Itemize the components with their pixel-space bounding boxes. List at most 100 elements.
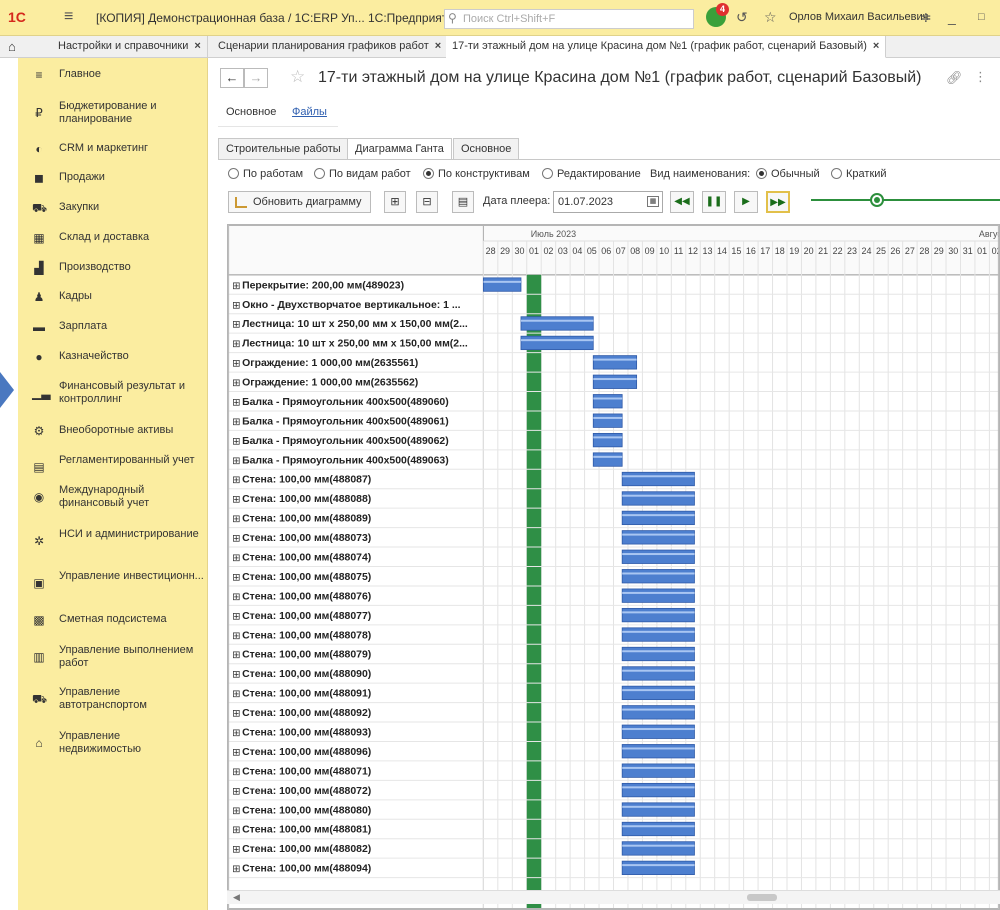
gantt-row-label[interactable]: Перекрытие: 200,00 мм(489023)	[242, 280, 404, 291]
more-menu-icon[interactable]: ⋮	[974, 69, 987, 85]
back-button[interactable]: ←	[220, 68, 244, 88]
play-icon[interactable]: ▶	[734, 191, 758, 213]
close-icon[interactable]: ×	[435, 40, 441, 52]
expand-row-icon[interactable]: ⊞	[232, 631, 240, 642]
maximize-icon[interactable]: □	[978, 11, 985, 23]
expand-row-icon[interactable]: ⊞	[232, 572, 240, 583]
tab-planning-scenarios[interactable]: Сценарии планирования графиков работ ×	[212, 36, 449, 58]
gantt-row-label[interactable]: Стена: 100,00 мм(488079)	[242, 650, 371, 661]
subnav-files-link[interactable]: Файлы	[292, 106, 327, 118]
gantt-row-label[interactable]: Стена: 100,00 мм(488080)	[242, 805, 371, 816]
gantt-row-label[interactable]: Окно - Двухстворчатое вертикальное: 1 ..…	[242, 300, 461, 311]
gantt-row-label[interactable]: Балка - Прямоугольник 400х500(489060)	[242, 397, 449, 408]
collapse-all-icon[interactable]: ⊟	[416, 191, 438, 213]
expand-row-icon[interactable]: ⊞	[232, 670, 240, 681]
radio-by-structures[interactable]: По конструктивам	[423, 168, 530, 180]
player-slider-track[interactable]	[811, 199, 1000, 201]
minimize-icon[interactable]: _	[948, 9, 956, 25]
gantt-row-label[interactable]: Балка - Прямоугольник 400х500(489063)	[242, 455, 449, 466]
expand-row-icon[interactable]: ⊞	[232, 495, 240, 506]
close-icon[interactable]: ×	[194, 40, 200, 52]
settings-menu-icon[interactable]: ≑	[920, 9, 932, 26]
expand-row-icon[interactable]: ⊞	[232, 397, 240, 408]
gantt-row-label[interactable]: Стена: 100,00 мм(488074)	[242, 553, 371, 564]
radio-by-work-types[interactable]: По видам работ	[314, 168, 411, 180]
gantt-row-label[interactable]: Балка - Прямоугольник 400х500(489061)	[242, 416, 449, 427]
expand-row-icon[interactable]: ⊞	[232, 475, 240, 486]
gantt-row-label[interactable]: Лестница: 10 шт х 250,00 мм х 150,00 мм(…	[242, 339, 468, 350]
expand-row-icon[interactable]: ⊞	[232, 378, 240, 389]
link-icon[interactable]: 🔗︎	[946, 70, 963, 86]
expand-row-icon[interactable]: ⊞	[232, 339, 240, 350]
tab-construction-works[interactable]: Строительные работы	[218, 138, 349, 160]
radio-normal[interactable]: Обычный	[756, 168, 820, 180]
gantt-row-label[interactable]: Стена: 100,00 мм(488096)	[242, 747, 371, 758]
gantt-row-label[interactable]: Стена: 100,00 мм(488092)	[242, 708, 371, 719]
expand-row-icon[interactable]: ⊞	[232, 611, 240, 622]
horizontal-scrollbar[interactable]: ◀	[227, 890, 1000, 904]
expand-row-icon[interactable]: ⊞	[232, 514, 240, 525]
expand-row-icon[interactable]: ⊞	[232, 553, 240, 564]
expand-row-icon[interactable]: ⊞	[232, 456, 240, 467]
forward-button[interactable]: →	[244, 68, 268, 88]
main-menu-icon[interactable]: ≡	[64, 8, 73, 26]
expand-row-icon[interactable]: ⊞	[232, 864, 240, 875]
scrollbar-thumb[interactable]	[747, 894, 777, 901]
history-icon[interactable]: ↺	[736, 9, 748, 26]
search-input[interactable]: ⚲ Поиск Ctrl+Shift+F	[444, 9, 694, 29]
expand-row-icon[interactable]: ⊞	[232, 592, 240, 603]
player-date-field[interactable]: 01.07.2023 ▦	[553, 191, 663, 213]
gantt-row-label[interactable]: Балка - Прямоугольник 400х500(489062)	[242, 436, 449, 447]
gantt-row-label[interactable]: Стена: 100,00 мм(488091)	[242, 689, 371, 700]
expand-all-icon[interactable]: ⊞	[384, 191, 406, 213]
gantt-row-label[interactable]: Стена: 100,00 мм(488072)	[242, 786, 371, 797]
expand-row-icon[interactable]: ⊞	[232, 436, 240, 447]
radio-by-works[interactable]: По работам	[228, 168, 303, 180]
gantt-row-label[interactable]: Стена: 100,00 мм(488073)	[242, 533, 371, 544]
fast-forward-icon[interactable]: ▶▶	[766, 191, 790, 213]
expand-row-icon[interactable]: ⊞	[232, 650, 240, 661]
notifications-icon[interactable]: 4	[706, 3, 729, 27]
home-icon[interactable]: ⌂	[8, 39, 16, 54]
favorites-star-icon[interactable]: ☆	[764, 9, 777, 26]
scroll-left-icon[interactable]: ◀	[233, 892, 240, 903]
pause-icon[interactable]: ❚❚	[702, 191, 726, 213]
gantt-row-label[interactable]: Ограждение: 1 000,00 мм(2635562)	[242, 378, 418, 389]
calendar-icon[interactable]: ▦	[647, 196, 659, 207]
tab-settings-references[interactable]: Настройки и справочники ×	[52, 36, 208, 58]
gantt-row-label[interactable]: Стена: 100,00 мм(488090)	[242, 669, 371, 680]
gantt-row-label[interactable]: Стена: 100,00 мм(488094)	[242, 864, 371, 875]
subnav-main[interactable]: Основное	[226, 106, 276, 118]
expand-row-icon[interactable]: ⊞	[232, 825, 240, 836]
refresh-diagram-button[interactable]: Обновить диаграмму	[228, 191, 371, 213]
gantt-row-label[interactable]: Ограждение: 1 000,00 мм(2635561)	[242, 358, 418, 369]
settings-list-icon[interactable]: ▤	[452, 191, 474, 213]
expand-row-icon[interactable]: ⊞	[232, 806, 240, 817]
gantt-row-label[interactable]: Стена: 100,00 мм(488078)	[242, 630, 371, 641]
favorite-star-icon[interactable]: ☆	[290, 67, 305, 87]
tab-main[interactable]: Основное	[453, 138, 520, 160]
close-icon[interactable]: ×	[873, 40, 879, 52]
expand-row-icon[interactable]: ⊞	[232, 320, 240, 331]
gantt-row-label[interactable]: Стена: 100,00 мм(488093)	[242, 728, 371, 739]
expand-row-icon[interactable]: ⊞	[232, 281, 240, 292]
gantt-row-label[interactable]: Стена: 100,00 мм(488075)	[242, 572, 371, 583]
gantt-row-label[interactable]: Стена: 100,00 мм(488077)	[242, 611, 371, 622]
gantt-row-label[interactable]: Стена: 100,00 мм(488071)	[242, 766, 371, 777]
expand-row-icon[interactable]: ⊞	[232, 300, 240, 311]
gantt-row-label[interactable]: Стена: 100,00 мм(488076)	[242, 591, 371, 602]
tab-gantt-chart[interactable]: Диаграмма Ганта	[347, 138, 452, 160]
user-name[interactable]: Орлов Михаил Васильевич	[789, 11, 928, 23]
expand-row-icon[interactable]: ⊞	[232, 786, 240, 797]
player-slider-thumb[interactable]	[870, 193, 885, 207]
tab-current-schedule[interactable]: 17-ти этажный дом на улице Красина дом №…	[446, 36, 887, 58]
expand-row-icon[interactable]: ⊞	[232, 689, 240, 700]
expand-row-icon[interactable]: ⊞	[232, 845, 240, 856]
expand-row-icon[interactable]: ⊞	[232, 747, 240, 758]
gantt-row-label[interactable]: Стена: 100,00 мм(488089)	[242, 514, 371, 525]
radio-editing[interactable]: Редактирование	[542, 168, 641, 180]
expand-row-icon[interactable]: ⊞	[232, 709, 240, 720]
gantt-row-label[interactable]: Лестница: 10 шт х 250,00 мм х 150,00 мм(…	[242, 319, 468, 330]
expand-row-icon[interactable]: ⊞	[232, 728, 240, 739]
gantt-row-label[interactable]: Стена: 100,00 мм(488087)	[242, 475, 371, 486]
